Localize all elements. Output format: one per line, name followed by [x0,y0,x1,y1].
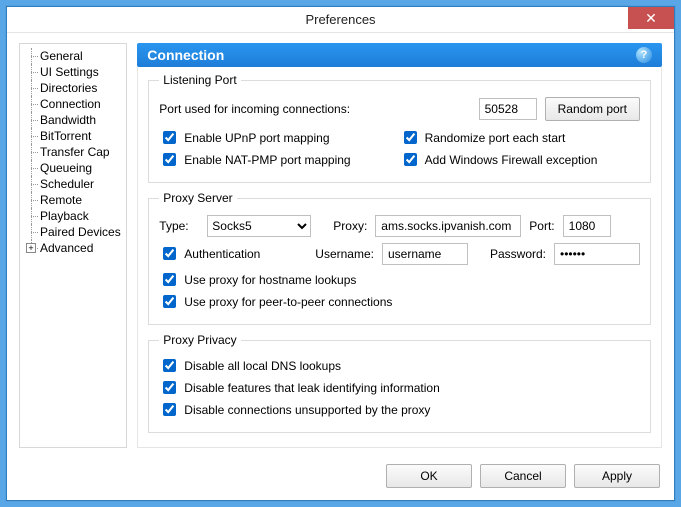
sidebar-item-label: Paired Devices [40,225,121,239]
proxy-legend: Proxy Server [159,191,236,205]
sidebar-item-label: Connection [40,97,101,111]
password-label: Password: [490,247,546,261]
preferences-window: Preferences ✕ General UI Settings Director… [6,6,675,501]
leak-checkbox[interactable]: Disable features that leak identifying i… [159,378,640,397]
sidebar-item-label: UI Settings [40,65,99,79]
sidebar-item-transfer-cap[interactable]: Transfer Cap [22,144,124,160]
sidebar-item-label: Advanced [40,241,93,255]
natpmp-checkbox[interactable]: Enable NAT-PMP port mapping [159,150,399,169]
username-input[interactable] [382,243,468,265]
proxy-host-input[interactable] [375,215,521,237]
unsup-checkbox[interactable]: Disable connections unsupported by the p… [159,400,640,419]
randomize-checkbox[interactable]: Randomize port each start [400,128,640,147]
panel-body: Listening Port Port used for incoming co… [137,67,662,448]
sidebar-item-label: Transfer Cap [40,145,110,159]
port-input[interactable] [479,98,537,120]
proxy-port-input[interactable] [563,215,611,237]
dns-checkbox[interactable]: Disable all local DNS lookups [159,356,640,375]
sidebar-item-label: BitTorrent [40,129,91,143]
hostname-checkbox[interactable]: Use proxy for hostname lookups [159,270,640,289]
sidebar-item-ui-settings[interactable]: UI Settings [22,64,124,80]
privacy-legend: Proxy Privacy [159,333,240,347]
sidebar-item-remote[interactable]: Remote [22,192,124,208]
proxy-label: Proxy: [333,219,367,233]
random-port-button[interactable]: Random port [545,97,640,121]
upnp-checkbox[interactable]: Enable UPnP port mapping [159,128,399,147]
help-icon[interactable]: ? [636,47,652,63]
port-label: Port used for incoming connections: [159,102,350,116]
sidebar-item-general[interactable]: General [22,48,124,64]
listening-port-group: Listening Port Port used for incoming co… [148,73,651,183]
sidebar-item-directories[interactable]: Directories [22,80,124,96]
password-input[interactable] [554,243,640,265]
panel-header: Connection ? [137,43,662,67]
sidebar-item-label: General [40,49,83,63]
proxy-server-group: Proxy Server Type: Socks5 Proxy: Port: A [148,191,651,325]
username-label: Username: [315,247,374,261]
proxy-port-label: Port: [529,219,554,233]
close-button[interactable]: ✕ [628,7,674,29]
sidebar-item-connection[interactable]: Connection [22,96,124,112]
dialog-footer: OK Cancel Apply [7,456,674,500]
sidebar-item-paired-devices[interactable]: Paired Devices [22,224,124,240]
proxy-type-select[interactable]: Socks5 [207,215,311,237]
titlebar: Preferences ✕ [7,7,674,33]
firewall-checkbox[interactable]: Add Windows Firewall exception [400,150,640,169]
type-label: Type: [159,219,199,233]
close-icon: ✕ [645,10,657,27]
sidebar-item-scheduler[interactable]: Scheduler [22,176,124,192]
cancel-button[interactable]: Cancel [480,464,566,488]
sidebar-item-label: Queueing [40,161,92,175]
listening-legend: Listening Port [159,73,240,87]
sidebar-item-label: Playback [40,209,89,223]
sidebar-item-bittorrent[interactable]: BitTorrent [22,128,124,144]
sidebar-item-bandwidth[interactable]: Bandwidth [22,112,124,128]
sidebar-item-queueing[interactable]: Queueing [22,160,124,176]
sidebar-item-advanced[interactable]: + Advanced [22,240,124,256]
ok-button[interactable]: OK [386,464,472,488]
expand-icon[interactable]: + [26,243,36,253]
window-title: Preferences [7,12,674,27]
category-tree[interactable]: General UI Settings Directories Connection B… [19,43,127,448]
sidebar-item-label: Bandwidth [40,113,96,127]
proxy-privacy-group: Proxy Privacy Disable all local DNS look… [148,333,651,433]
sidebar-item-playback[interactable]: Playback [22,208,124,224]
sidebar-item-label: Scheduler [40,177,94,191]
sidebar-item-label: Remote [40,193,82,207]
auth-checkbox[interactable]: Authentication [159,244,307,263]
apply-button[interactable]: Apply [574,464,660,488]
sidebar-item-label: Directories [40,81,97,95]
panel-title-text: Connection [147,47,224,63]
p2p-checkbox[interactable]: Use proxy for peer-to-peer connections [159,292,640,311]
